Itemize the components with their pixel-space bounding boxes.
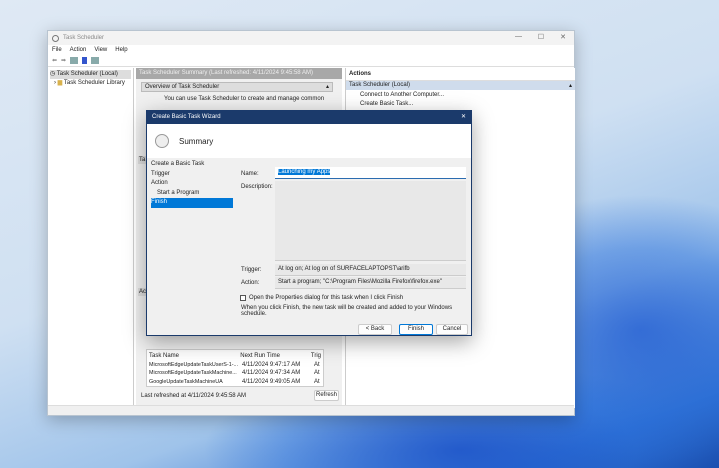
last-refreshed-text: Last refreshed at 4/11/2024 9:45:58 AM xyxy=(141,393,246,399)
table-header: Task Name Next Run Time Trig xyxy=(149,353,321,359)
minimize-button[interactable]: — xyxy=(515,33,522,40)
back-arrow-icon[interactable]: ⬅ xyxy=(52,57,57,64)
menu-file[interactable]: File xyxy=(52,47,62,53)
collapse-icon[interactable]: ▴ xyxy=(569,82,572,89)
dialog-title-bar: Create Basic Task Wizard ✕ xyxy=(147,111,471,124)
active-tasks-table: Task Name Next Run Time Trig MicrosoftEd… xyxy=(146,349,324,387)
open-properties-checkbox[interactable]: Open the Properties dialog for this task… xyxy=(240,295,403,301)
show-hide-tree-icon[interactable] xyxy=(70,57,79,64)
collapse-icon[interactable]: ▴ xyxy=(326,83,329,91)
close-button[interactable]: ✕ xyxy=(560,33,566,41)
dialog-close-button[interactable]: ✕ xyxy=(461,111,466,124)
help-icon[interactable] xyxy=(82,57,88,64)
action-connect-computer[interactable]: Connect to Another Computer... xyxy=(346,90,575,100)
dialog-heading: Summary xyxy=(179,136,214,146)
dialog-header: Summary xyxy=(147,124,471,158)
table-row[interactable]: GoogleUpdateTaskMachineUA 4/11/2024 9:49:… xyxy=(149,378,321,387)
window-title: Task Scheduler xyxy=(63,35,105,41)
create-basic-task-wizard: Create Basic Task Wizard ✕ Summary Create… xyxy=(146,110,472,336)
step-action[interactable]: Action xyxy=(151,179,233,189)
trigger-label: Trigger: xyxy=(241,267,262,273)
tree-item-task-scheduler-local[interactable]: ◷ Task Scheduler (Local) xyxy=(50,70,131,79)
trigger-field: At log on; At log on of SURFACELAPTOPST\… xyxy=(275,264,466,276)
finish-button[interactable]: Finish xyxy=(399,324,433,335)
menu-bar: File Action View Help xyxy=(48,45,574,55)
actions-title: Actions xyxy=(346,68,575,81)
name-label: Name: xyxy=(241,171,259,177)
wizard-steps: Create a Basic Task Trigger Action Start… xyxy=(151,160,233,208)
toolbar: ⬅ ➡ xyxy=(48,55,574,67)
wizard-clock-icon xyxy=(155,134,169,148)
action-create-basic-task[interactable]: Create Basic Task... xyxy=(346,100,575,108)
action-field: Start a program; "C:\Program Files\Mozil… xyxy=(275,277,466,289)
table-row[interactable]: MicrosoftEdgeUpdateTaskUserS-1-... 4/11/2… xyxy=(149,361,321,370)
checkbox-box[interactable] xyxy=(240,295,246,301)
cancel-button[interactable]: Cancel xyxy=(436,324,468,335)
navigation-tree: ◷ Task Scheduler (Local) › ▆ Task Schedu… xyxy=(48,68,134,408)
back-button[interactable]: < Back xyxy=(358,324,392,335)
overview-text: You can use Task Scheduler to create and… xyxy=(164,96,325,102)
action-label: Action: xyxy=(241,280,260,286)
summary-header: Task Scheduler Summary (Last refreshed: … xyxy=(136,68,342,79)
table-row[interactable]: MicrosoftEdgeUpdateTaskMachine... 4/11/20… xyxy=(149,369,321,378)
maximize-button[interactable]: ☐ xyxy=(538,33,544,41)
step-start-program[interactable]: Start a Program xyxy=(151,189,233,199)
clock-icon xyxy=(52,34,59,42)
menu-view[interactable]: View xyxy=(94,47,107,53)
overview-section-header[interactable]: Overview of Task Scheduler ▴ xyxy=(141,82,333,92)
refresh-button[interactable]: Refresh xyxy=(314,390,339,401)
menu-help[interactable]: Help xyxy=(115,47,127,53)
step-trigger[interactable]: Trigger xyxy=(151,170,233,180)
description-label: Description: xyxy=(241,184,273,190)
finish-info-text: When you click Finish, the new task will… xyxy=(241,305,453,317)
tree-item-task-scheduler-library[interactable]: › ▆ Task Scheduler Library xyxy=(50,79,131,88)
status-bar xyxy=(48,405,574,415)
step-finish[interactable]: Finish xyxy=(151,198,233,208)
title-bar: Task Scheduler — ☐ ✕ xyxy=(48,31,574,45)
show-hide-action-pane-icon[interactable] xyxy=(91,57,100,64)
name-field[interactable]: Launching my Apps xyxy=(275,167,466,179)
description-field[interactable] xyxy=(275,181,466,261)
step-create-basic-task[interactable]: Create a Basic Task xyxy=(151,160,233,170)
forward-arrow-icon[interactable]: ➡ xyxy=(61,57,66,64)
clock-icon: ◷ xyxy=(50,71,57,77)
actions-section-header[interactable]: Task Scheduler (Local) ▴ xyxy=(346,81,575,90)
menu-action[interactable]: Action xyxy=(70,47,87,53)
